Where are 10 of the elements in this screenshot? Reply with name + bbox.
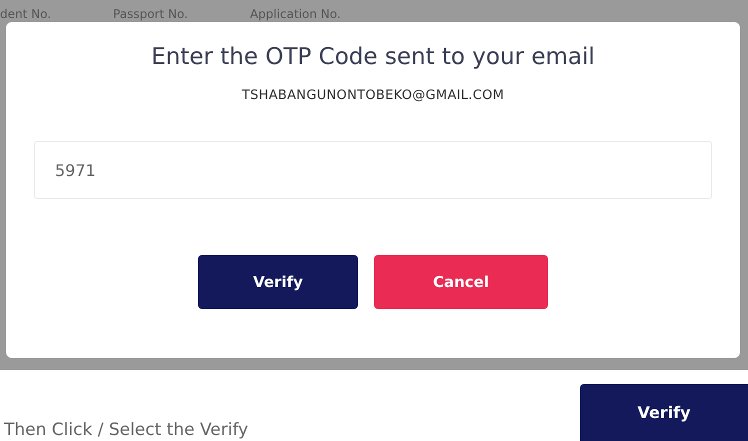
otp-input-field[interactable]: 5971 bbox=[34, 141, 712, 199]
verify-button[interactable]: Verify bbox=[580, 384, 748, 441]
cancel-button[interactable]: Cancel bbox=[374, 255, 548, 309]
dialog-title: Enter the OTP Code sent to your email bbox=[151, 44, 595, 70]
column-header: dent No. bbox=[0, 6, 52, 22]
column-header: Passport No. bbox=[113, 6, 188, 22]
verify-button[interactable]: Verify bbox=[198, 255, 358, 309]
instruction-text: Then Click / Select the Verify bbox=[3, 419, 248, 441]
email-address: TSHABANGUNONTOBEKO@GMAIL.COM bbox=[242, 88, 504, 103]
column-header: Application No. bbox=[250, 6, 341, 22]
